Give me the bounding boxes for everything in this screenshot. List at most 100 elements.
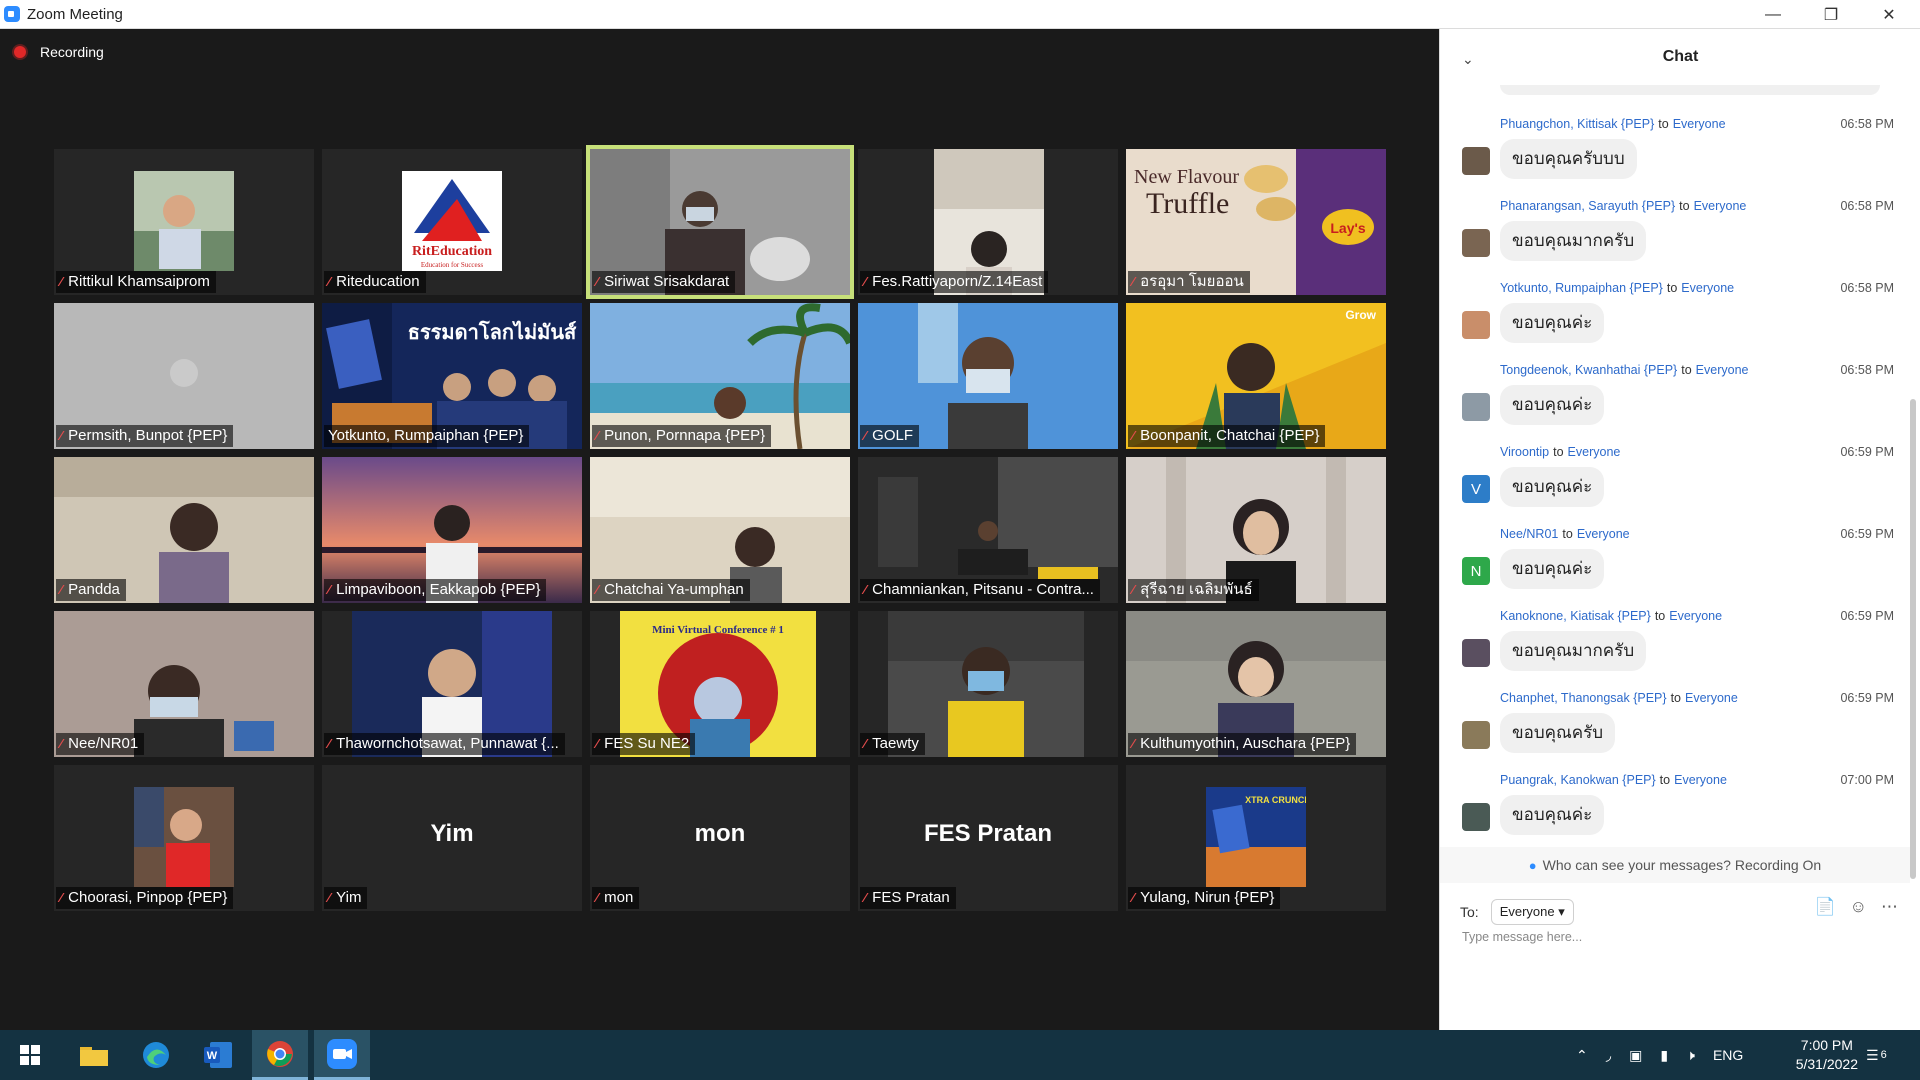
- message-bubble: ขอบคุณครับ: [1500, 713, 1616, 753]
- muted-mic-icon: ⁄: [60, 582, 63, 597]
- participant-tile[interactable]: ⁄ Nee/NR01: [54, 611, 314, 757]
- participant-tile[interactable]: ⁄ Pandda: [54, 457, 314, 603]
- muted-mic-icon: ⁄: [60, 274, 63, 289]
- participant-tile[interactable]: ⁄ Thawornchotsawat, Punnawat {...: [322, 611, 582, 757]
- notification-center[interactable]: ☰ 6: [1866, 1030, 1887, 1080]
- participant-tile[interactable]: RitEducation Education for Success ⁄ Rite…: [322, 149, 582, 295]
- chat-message-input[interactable]: [1460, 929, 1904, 945]
- more-options-icon[interactable]: ⋯: [1881, 897, 1898, 917]
- chrome-button[interactable]: [252, 1030, 308, 1080]
- participant-name-label: ⁄ Taewty: [860, 733, 925, 755]
- sender-name[interactable]: Nee/NR01: [1500, 527, 1558, 541]
- muted-mic-icon: ⁄: [328, 890, 331, 905]
- to-label: To:: [1460, 904, 1479, 920]
- participant-name-label: ⁄ Chamniankan, Pitsanu - Contra...: [860, 579, 1100, 601]
- participant-tile[interactable]: ⁄ Punon, Pornnapa {PEP}: [590, 303, 850, 449]
- sender-name[interactable]: Viroontip: [1500, 445, 1549, 459]
- speaker-icon[interactable]: 🕨: [1686, 1047, 1695, 1064]
- word-button[interactable]: W: [190, 1030, 246, 1080]
- sender-name[interactable]: Phanarangsan, Sarayuth {PEP}: [1500, 199, 1675, 213]
- sender-name[interactable]: Tongdeenok, Kwanhathai {PEP}: [1500, 363, 1677, 377]
- file-icon[interactable]: 📄: [1814, 897, 1835, 917]
- battery-icon[interactable]: ▮: [1660, 1047, 1668, 1064]
- to-word: to: [1659, 773, 1671, 787]
- sender-name[interactable]: Chanphet, Thanongsak {PEP}: [1500, 691, 1667, 705]
- participant-tile[interactable]: mon ⁄ mon: [590, 765, 850, 911]
- participant-tile[interactable]: ⁄ Permsith, Bunpot {PEP}: [54, 303, 314, 449]
- chat-message: V Viroontip to Everyone 06:59 PM ขอบคุณค่ะ: [1440, 443, 1910, 525]
- participant-name-label: ⁄ Rittikul Khamsaiprom: [56, 271, 216, 293]
- message-header: Phuangchon, Kittisak {PEP} to Everyone: [1500, 117, 1726, 131]
- emoji-icon[interactable]: ☺: [1850, 897, 1867, 917]
- clock-date: 5/31/2022: [1795, 1056, 1858, 1072]
- to-word: to: [1654, 609, 1666, 623]
- start-button[interactable]: [2, 1030, 58, 1080]
- sender-avatar: [1462, 147, 1490, 175]
- participant-name-label: ⁄ Chatchai Ya-umphan: [592, 579, 750, 601]
- message-time: 06:58 PM: [1840, 117, 1894, 131]
- chat-panel: ⌄ Chat Phuangchon, Kittisak {PEP} to Every…: [1439, 29, 1920, 1030]
- participant-tile[interactable]: ⁄ Taewty: [858, 611, 1118, 757]
- muted-mic-icon: ⁄: [328, 274, 331, 289]
- participant-tile[interactable]: ⁄ Kulthumyothin, Auschara {PEP}: [1126, 611, 1386, 757]
- participant-tile[interactable]: ⁄ Chamniankan, Pitsanu - Contra...: [858, 457, 1118, 603]
- recording-indicator[interactable]: Recording: [14, 44, 104, 60]
- clock-time: 7:00 PM: [1800, 1037, 1853, 1053]
- recipient-dropdown[interactable]: Everyone ▾: [1490, 899, 1574, 925]
- chat-message: Kanoknone, Kiatisak {PEP} to Everyone 06:59…: [1440, 607, 1910, 689]
- participant-tile[interactable]: Yim ⁄ Yim: [322, 765, 582, 911]
- muted-mic-icon: ⁄: [328, 582, 331, 597]
- message-header: Puangrak, Kanokwan {PEP} to Everyone: [1500, 773, 1727, 787]
- minimize-button[interactable]: —: [1744, 0, 1802, 29]
- input-language[interactable]: ENG: [1713, 1047, 1743, 1063]
- participant-tile[interactable]: ⁄ Chatchai Ya-umphan: [590, 457, 850, 603]
- recipient-name: Everyone: [1669, 609, 1723, 623]
- wifi-icon[interactable]: ◞: [1606, 1047, 1611, 1064]
- chat-scrollbar[interactable]: [1910, 399, 1916, 879]
- participant-tile[interactable]: ⁄ Choorasi, Pinpop {PEP}: [54, 765, 314, 911]
- chat-message: Phanarangsan, Sarayuth {PEP} to Everyone 06…: [1440, 197, 1910, 279]
- restore-button[interactable]: ❐: [1802, 0, 1860, 29]
- edge-browser-button[interactable]: [128, 1030, 184, 1080]
- participant-tile[interactable]: ⁄ GOLF: [858, 303, 1118, 449]
- muted-mic-icon: ⁄: [596, 582, 599, 597]
- message-header: Nee/NR01 to Everyone: [1500, 527, 1630, 541]
- svg-text:ธรรมดาโลกไม่มันส์: ธรรมดาโลกไม่มันส์: [408, 320, 577, 344]
- participant-tile[interactable]: ธรรมดาโลกไม่มันส์ Yotkunto, Rumpaiphan {…: [322, 303, 582, 449]
- sender-name[interactable]: Kanoknone, Kiatisak {PEP}: [1500, 609, 1651, 623]
- chat-messages-list: Phuangchon, Kittisak {PEP} to Everyone 06:5…: [1440, 85, 1910, 845]
- participant-tile[interactable]: Mini Virtual Conference # 1 ⁄ FES Su NE2: [590, 611, 850, 757]
- message-visibility-notice[interactable]: ● Who can see your messages? Recording O…: [1440, 847, 1910, 883]
- riteducation-logo: RitEducation Education for Success: [402, 171, 502, 271]
- sender-name[interactable]: Puangrak, Kanokwan {PEP}: [1500, 773, 1656, 787]
- participant-tile[interactable]: ⁄ Fes.Rattiyaporn/Z.14East: [858, 149, 1118, 295]
- participant-tile[interactable]: ⁄ Limpaviboon, Eakkapob {PEP}: [322, 457, 582, 603]
- close-button[interactable]: ✕: [1860, 0, 1918, 29]
- sender-name[interactable]: Phuangchon, Kittisak {PEP}: [1500, 117, 1654, 131]
- sender-name[interactable]: Yotkunto, Rumpaiphan {PEP}: [1500, 281, 1663, 295]
- sender-avatar: V: [1462, 475, 1490, 503]
- active-speaker-tile[interactable]: ⁄ Siriwat Srisakdarat: [586, 145, 854, 299]
- participant-tile[interactable]: XTRA CRUNCH ⁄ Yulang, Nirun {PEP}: [1126, 765, 1386, 911]
- sender-avatar: [1462, 639, 1490, 667]
- participant-name-label: ⁄ Boonpanit, Chatchai {PEP}: [1128, 425, 1326, 447]
- participant-name-label: ⁄ Riteducation: [324, 271, 426, 293]
- muted-mic-icon: ⁄: [60, 890, 63, 905]
- participant-name-label: ⁄ Permsith, Bunpot {PEP}: [56, 425, 234, 447]
- meet-now-icon[interactable]: ▣: [1629, 1047, 1642, 1064]
- chevron-up-icon[interactable]: ⌃: [1576, 1047, 1588, 1064]
- message-header: Viroontip to Everyone: [1500, 445, 1620, 459]
- zoom-button[interactable]: [314, 1030, 370, 1080]
- file-explorer-button[interactable]: [66, 1030, 122, 1080]
- participant-tile[interactable]: FES Pratan ⁄ FES Pratan: [858, 765, 1118, 911]
- participant-tile[interactable]: ⁄ สุรีฉาย เฉลิมพันธ์: [1126, 457, 1386, 603]
- chat-message: Chanphet, Thanongsak {PEP} to Everyone 06:5…: [1440, 689, 1910, 771]
- participant-tile[interactable]: ⁄ Rittikul Khamsaiprom: [54, 149, 314, 295]
- system-clock[interactable]: 7:00 PM 5/31/2022: [1796, 1036, 1858, 1074]
- message-time: 07:00 PM: [1840, 773, 1894, 787]
- zoom-app-icon: [4, 6, 20, 22]
- muted-mic-icon: ⁄: [864, 890, 867, 905]
- recipient-name: Everyone: [1685, 691, 1738, 705]
- participant-tile[interactable]: Grow ⁄ Boonpanit, Chatchai {PEP}: [1126, 303, 1386, 449]
- participant-tile[interactable]: New Flavour Truffle Lay's ⁄ อรอุมา โมยออน: [1126, 149, 1386, 295]
